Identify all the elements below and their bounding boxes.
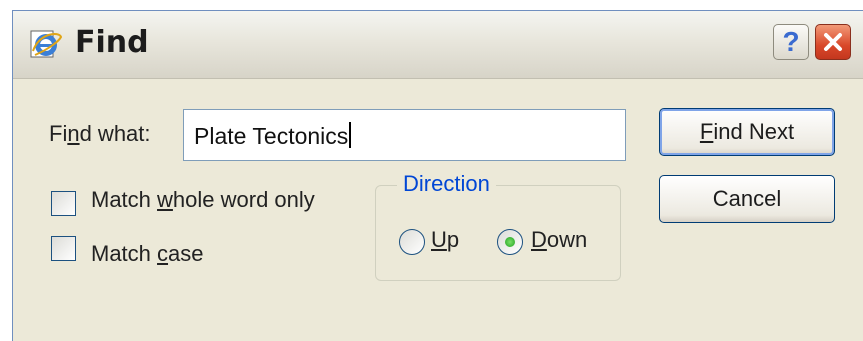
- direction-up-radio[interactable]: [399, 229, 425, 255]
- match-whole-word-checkbox[interactable]: [51, 191, 76, 216]
- text-caret: [349, 122, 352, 148]
- help-button[interactable]: ?: [773, 24, 809, 60]
- internet-explorer-icon: [30, 30, 63, 58]
- window-title: Find: [75, 25, 149, 60]
- cancel-button[interactable]: Cancel: [659, 175, 835, 223]
- radio-selected-dot: [505, 237, 515, 247]
- find-next-button[interactable]: Find Next: [659, 108, 835, 156]
- match-case-checkbox[interactable]: [51, 236, 76, 261]
- direction-group-title: Direction: [397, 171, 496, 197]
- match-whole-word-label[interactable]: Match whole word only: [91, 187, 315, 213]
- find-what-label: Find what:: [49, 121, 151, 146]
- match-case-label[interactable]: Match case: [91, 241, 204, 267]
- direction-down-label[interactable]: Down: [531, 227, 587, 253]
- direction-down-radio[interactable]: [497, 229, 523, 255]
- close-button[interactable]: [815, 24, 851, 60]
- find-dialog: Find ? Find what: Plate Tectonics Find N…: [12, 10, 863, 341]
- find-what-input[interactable]: Plate Tectonics: [183, 109, 626, 161]
- close-icon: [824, 33, 842, 51]
- title-bar[interactable]: Find ?: [13, 11, 863, 79]
- direction-up-label[interactable]: Up: [431, 227, 459, 253]
